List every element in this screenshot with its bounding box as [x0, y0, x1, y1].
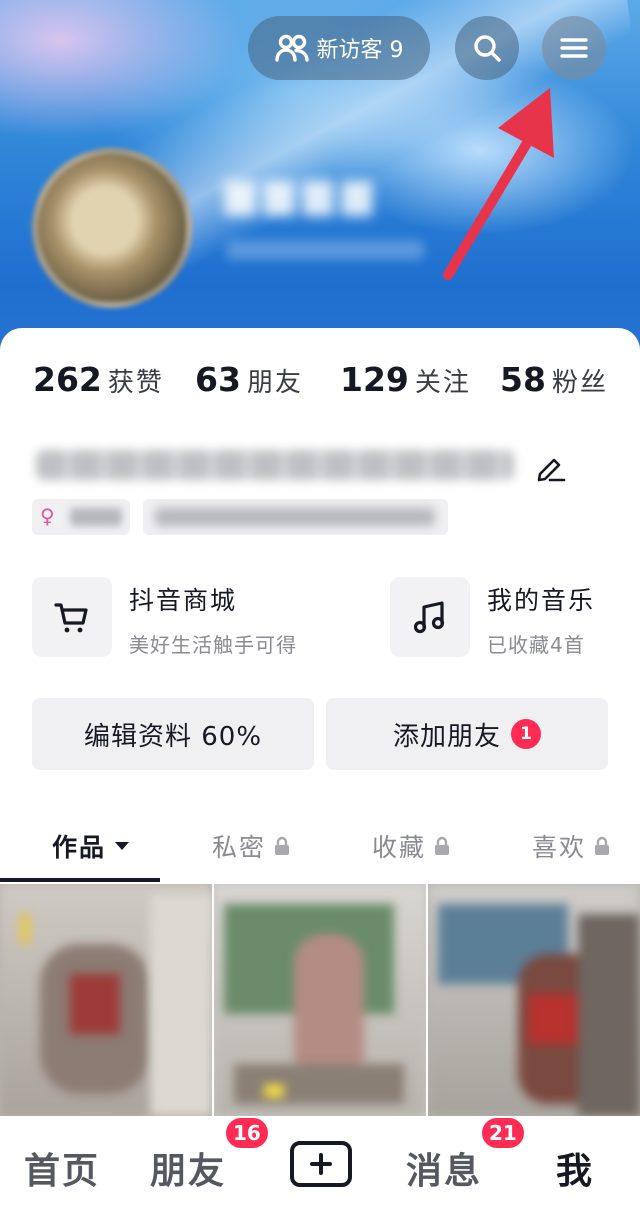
female-symbol-icon: ♀ [40, 504, 55, 528]
edit-profile-label: 编辑资料 60% [83, 721, 263, 752]
tab-works-label: 作品 [52, 833, 107, 862]
new-visitors-button[interactable]: 新访客 9 [248, 16, 430, 80]
mall-icon-box [32, 577, 112, 657]
nav-messages[interactable]: 消息 [406, 1142, 482, 1194]
search-icon [474, 35, 501, 62]
stat-followers[interactable]: 58 粉丝 [500, 360, 608, 399]
video-thumbnail[interactable] [214, 884, 426, 1116]
nav-friends[interactable]: 朋友 [150, 1142, 226, 1194]
video-thumbnail[interactable] [0, 884, 212, 1116]
new-visitors-label: 新访客 9 [316, 38, 404, 63]
add-friends-button[interactable]: 添加朋友 1 [326, 698, 608, 770]
menu-icon [560, 38, 588, 58]
lock-icon [275, 836, 290, 855]
lock-icon [595, 836, 610, 855]
bio-blurred[interactable] [36, 450, 514, 480]
music-title: 我的音乐 [487, 586, 596, 615]
messages-badge: 21 [480, 1116, 526, 1150]
stats-row: 262 获赞 63 朋友 129 关注 58 粉丝 [0, 360, 640, 410]
tab-private[interactable]: 私密 [212, 828, 290, 864]
menu-button[interactable] [542, 16, 606, 80]
mall-title: 抖音商城 [129, 586, 238, 615]
video-thumbnail[interactable] [428, 884, 640, 1116]
tab-favorites-label: 收藏 [372, 833, 427, 862]
tab-works[interactable]: 作品 [52, 828, 130, 864]
gender-age-tag[interactable]: ♀ [32, 499, 130, 535]
annotation-arrow [443, 88, 554, 280]
content-tabs: 作品 私密 收藏 喜欢 [0, 810, 640, 882]
plus-icon [310, 1153, 332, 1175]
stat-following-label: 关注 [414, 368, 471, 398]
music-note-icon [413, 601, 445, 634]
tab-likes-label: 喜欢 [532, 833, 587, 862]
stat-following-value: 129 [340, 360, 409, 399]
mall-subtitle: 美好生活触手可得 [129, 633, 297, 657]
stat-friends-label: 朋友 [246, 368, 303, 398]
edit-profile-button[interactable]: 编辑资料 60% [32, 698, 314, 770]
stat-friends-value: 63 [195, 360, 241, 399]
add-friends-label: 添加朋友 [392, 721, 501, 752]
lock-icon [435, 836, 450, 855]
nav-home[interactable]: 首页 [24, 1142, 100, 1194]
music-icon-box [390, 577, 470, 657]
visitors-icon [274, 34, 309, 62]
add-friends-badge: 1 [511, 719, 541, 749]
stat-likes-value: 262 [33, 360, 102, 399]
stat-followers-value: 58 [500, 360, 546, 399]
active-tab-indicator [0, 878, 160, 882]
stat-following[interactable]: 129 关注 [340, 360, 471, 399]
tab-private-label: 私密 [212, 833, 267, 862]
create-button[interactable] [290, 1141, 352, 1187]
bottom-navigation: 首页 朋友 16 消息 21 我 [0, 1116, 640, 1214]
avatar[interactable] [32, 148, 192, 308]
tab-favorites[interactable]: 收藏 [372, 828, 450, 864]
location-school-tag[interactable] [143, 499, 448, 535]
caret-down-icon [115, 842, 130, 850]
nav-me[interactable]: 我 [556, 1142, 594, 1194]
tab-likes[interactable]: 喜欢 [532, 828, 610, 864]
stat-friends[interactable]: 63 朋友 [195, 360, 303, 399]
search-button[interactable] [455, 16, 519, 80]
stat-likes-label: 获赞 [107, 368, 164, 398]
music-subtitle: 已收藏4首 [487, 633, 585, 657]
nickname-blurred: ▆▆▆▆ [225, 170, 381, 216]
friends-badge: 16 [224, 1116, 270, 1150]
stat-likes[interactable]: 262 获赞 [33, 360, 164, 399]
account-id-blurred [225, 240, 425, 260]
video-grid [0, 884, 640, 1116]
stat-followers-label: 粉丝 [551, 368, 608, 398]
edit-pencil-icon[interactable] [534, 452, 566, 482]
cart-icon [54, 603, 88, 633]
